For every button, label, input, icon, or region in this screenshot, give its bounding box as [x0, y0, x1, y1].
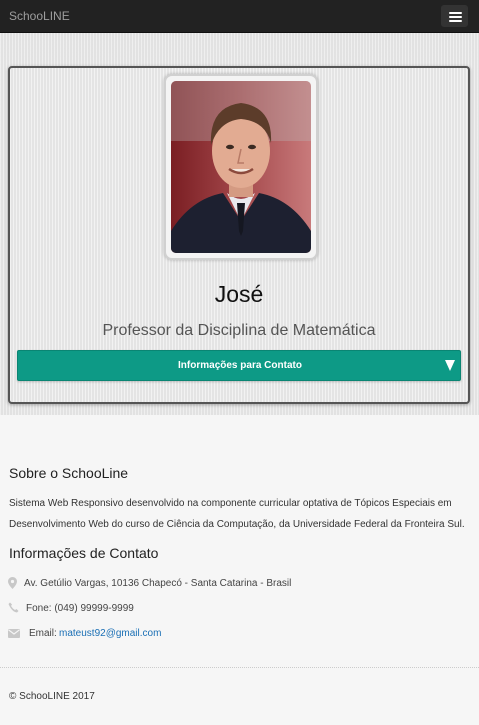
- footer-copyright: © SchooLINE 2017: [9, 691, 95, 702]
- brand-logo[interactable]: SchooLINE: [9, 9, 70, 23]
- contact-info-button-label: Informações para Contato: [178, 360, 302, 371]
- top-navbar: SchooLINE: [0, 0, 479, 33]
- profile-name: José: [214, 281, 264, 307]
- profile-photo-image: [171, 81, 311, 253]
- address-row: Av. Getúlio Vargas, 10136 Chapecó - Sant…: [8, 577, 308, 591]
- contact-heading: Informações de Contato: [9, 545, 159, 561]
- phone-text: Fone: (049) 99999-9999: [26, 603, 134, 614]
- email-link[interactable]: mateust92@gmail.com: [59, 628, 161, 639]
- email-row: Email: mateust92@gmail.com: [8, 627, 208, 641]
- profile-photo: [164, 74, 318, 260]
- map-marker-icon: [8, 577, 17, 589]
- caret-down-icon: [445, 360, 455, 371]
- phone-icon: [8, 602, 19, 613]
- about-text: Sistema Web Responsivo desenvolvido na c…: [9, 498, 465, 530]
- footer-divider: [0, 667, 479, 668]
- profile-card: José Professor da Disciplina de Matemáti…: [8, 66, 470, 404]
- profile-hero: José Professor da Disciplina de Matemáti…: [0, 33, 479, 415]
- phone-row: Fone: (049) 99999-9999: [8, 602, 208, 616]
- profile-subtitle: Professor da Disciplina de Matemática: [102, 322, 376, 339]
- hamburger-menu-icon[interactable]: [441, 5, 468, 27]
- address-text: Av. Getúlio Vargas, 10136 Chapecó - Sant…: [24, 578, 292, 589]
- email-label: Email:: [29, 628, 57, 639]
- about-heading: Sobre o SchooLine: [9, 465, 129, 481]
- envelope-icon: [8, 629, 20, 638]
- contact-info-button[interactable]: Informações para Contato: [17, 350, 461, 381]
